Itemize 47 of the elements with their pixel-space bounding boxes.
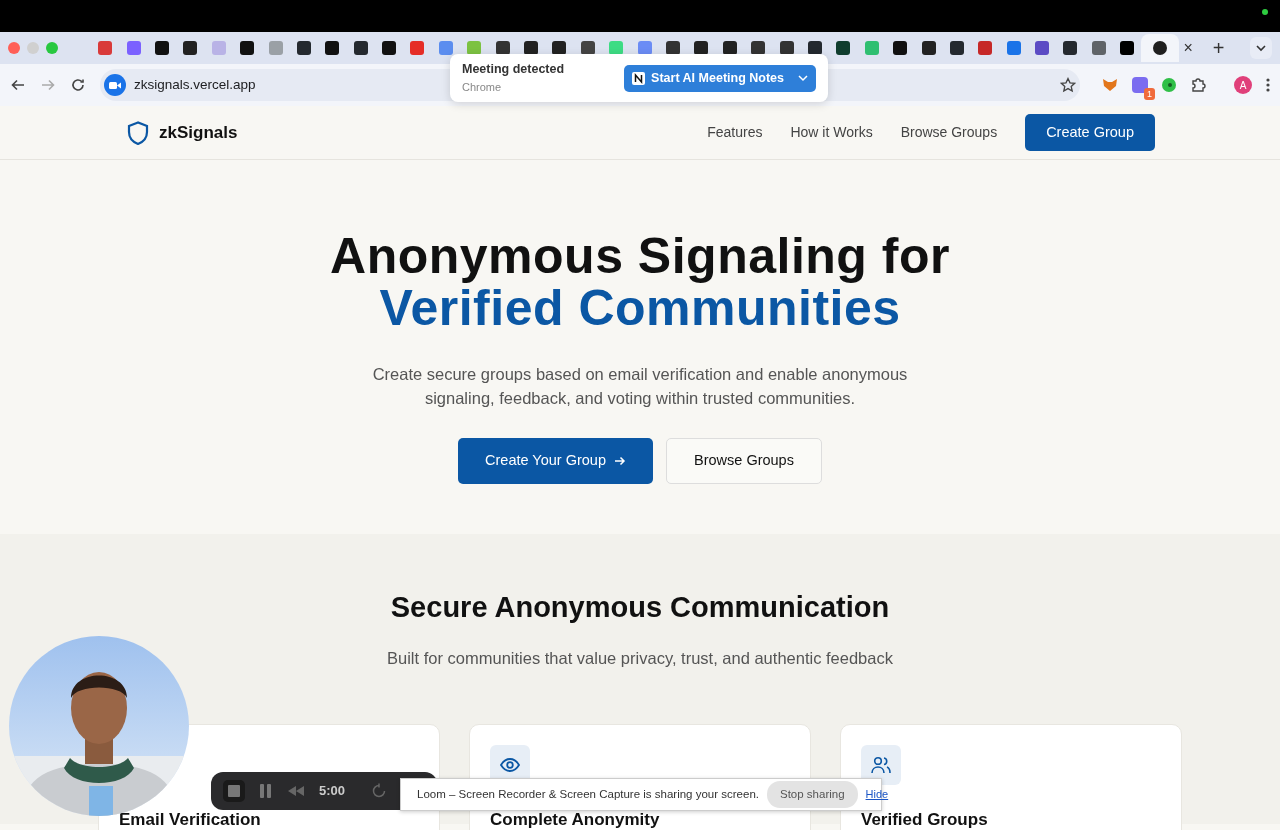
puzzle-icon[interactable] [1190,77,1206,93]
card-title: Verified Groups [861,810,988,830]
brand-name[interactable]: zkSignals [159,119,238,146]
reload-icon[interactable] [70,77,86,93]
new-tab-button[interactable]: + [1208,38,1229,58]
recording-timer: 5:00 [319,782,346,801]
fox-extension-icon[interactable] [1102,77,1118,93]
card-title: Complete Anonymity [490,810,660,830]
arrow-right-icon [614,455,626,468]
browser-tab[interactable] [1141,34,1180,62]
hero-title: Verified Communities [379,282,902,334]
tab-search-dropdown-icon[interactable] [1250,37,1272,59]
address-text: zksignals.vercel.app [134,75,256,94]
profile-avatar[interactable]: A [1234,76,1252,94]
more-menu-icon[interactable] [1266,77,1270,93]
star-icon[interactable] [1060,77,1076,93]
close-tab-button[interactable]: × [1179,40,1197,56]
nav-link[interactable]: Browse Groups [900,122,998,143]
pause-icon[interactable] [259,783,273,799]
start-meeting-notes-button[interactable]: Start AI Meeting Notes [624,64,816,92]
shield-icon[interactable] [127,120,149,145]
notes-app-icon [632,71,646,85]
circle-extension-icon[interactable] [1162,78,1176,92]
rewind-icon[interactable] [287,785,305,797]
nav-link[interactable]: How it Works [790,122,873,143]
nav-link[interactable]: Features [707,122,763,143]
back-icon[interactable] [10,77,26,93]
create-your-group-button[interactable]: Create Your Group [458,438,653,484]
hero-title: Anonymous Signaling for [329,230,951,282]
notification-source: Chrome [462,80,503,96]
stop-icon[interactable] [223,780,245,802]
sharing-message: Loom – Screen Recorder & Screen Capture is sharing your screen. [417,786,759,802]
chevron-down-icon [798,73,808,83]
browse-groups-button[interactable]: Browse Groups [666,438,822,484]
restart-icon[interactable] [371,783,388,799]
notification-title: Meeting detected [462,61,565,79]
card-title: Email Verification [119,810,261,830]
create-group-button[interactable]: Create Group [1025,113,1155,152]
notification-badge: 1 [1144,88,1155,100]
section-title: Secure Anonymous Communication [389,590,891,625]
camera-icon [104,74,126,96]
extension-icon[interactable] [1132,77,1148,93]
stop-sharing-button[interactable]: Stop sharing [767,780,858,809]
hero-subtitle: Create secure groups based on email verification and enable anonymous signaling, feedback, and voting within trusted communities. [371,364,909,409]
section-subtitle: Built for communities that value privacy, trust, and authentic feedback [386,647,894,669]
recording-dot [1262,9,1268,15]
hide-link[interactable]: Hide [865,786,889,803]
